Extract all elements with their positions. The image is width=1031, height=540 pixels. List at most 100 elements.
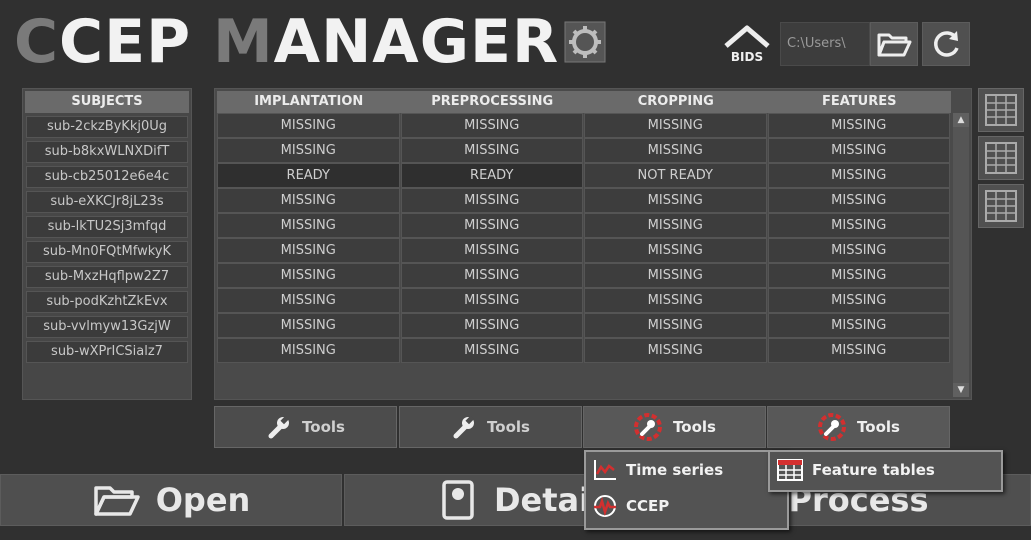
table-cell[interactable]: MISSING (400, 113, 583, 138)
table-cell[interactable]: MISSING (584, 138, 767, 163)
folder-icon (93, 486, 140, 516)
open-button[interactable]: Open (0, 474, 342, 526)
subject-item[interactable]: sub-cb25012e6e4c (26, 166, 188, 188)
table-cell[interactable]: MISSING (767, 163, 950, 188)
table-row[interactable]: MISSING MISSING MISSING MISSING (217, 188, 951, 213)
table-cell[interactable]: MISSING (584, 313, 767, 338)
column-header-cropping[interactable]: CROPPING (584, 91, 768, 113)
table-cell[interactable]: NOT READY (584, 163, 767, 188)
table-cell[interactable]: MISSING (217, 263, 400, 288)
menu-item-label: Time series (626, 461, 724, 479)
table-cell[interactable]: MISSING (584, 338, 767, 363)
table-row[interactable]: MISSING MISSING MISSING MISSING (217, 313, 951, 338)
table-cell[interactable]: MISSING (400, 313, 583, 338)
table-cell[interactable]: MISSING (217, 113, 400, 138)
table-cell[interactable]: MISSING (217, 138, 400, 163)
table-cell[interactable]: MISSING (767, 288, 950, 313)
time-series-chart-icon (594, 460, 616, 480)
table-cell[interactable]: MISSING (217, 213, 400, 238)
status-table: IMPLANTATION PREPROCESSING CROPPING FEAT… (214, 88, 972, 400)
table-row[interactable]: MISSING MISSING MISSING MISSING (217, 113, 951, 138)
table-view-button-1[interactable] (978, 88, 1024, 132)
table-scrollbar[interactable]: ▲ ▼ (953, 113, 969, 397)
subject-item[interactable]: sub-podKzhtZkEvx (26, 291, 188, 313)
subject-item[interactable]: sub-eXKCJr8jL23s (26, 191, 188, 213)
table-view-button-2[interactable] (978, 136, 1024, 180)
table-row[interactable]: MISSING MISSING MISSING MISSING (217, 263, 951, 288)
menu-item-feature-tables[interactable]: Feature tables (770, 452, 1001, 488)
wrench-icon (268, 415, 290, 439)
path-field[interactable]: C:\Users\ (780, 22, 870, 66)
column-header-features[interactable]: FEATURES (768, 91, 952, 113)
table-cell[interactable]: MISSING (584, 188, 767, 213)
scroll-up-arrow-icon[interactable]: ▲ (953, 113, 969, 127)
table-cell[interactable]: MISSING (767, 188, 950, 213)
preprocessing-tools-button[interactable]: Tools (399, 406, 582, 448)
table-view-button-3[interactable] (978, 184, 1024, 228)
table-cell[interactable]: MISSING (767, 213, 950, 238)
table-cell[interactable]: MISSING (400, 288, 583, 313)
subject-item[interactable]: sub-b8kxWLNXDifT (26, 141, 188, 163)
table-cell[interactable]: MISSING (217, 238, 400, 263)
table-cell[interactable]: MISSING (584, 288, 767, 313)
menu-item-label: Feature tables (812, 461, 935, 479)
table-cell[interactable]: MISSING (767, 238, 950, 263)
feature-table-icon (777, 459, 803, 481)
implantation-tools-button[interactable]: Tools (214, 406, 397, 448)
browse-folder-button[interactable] (870, 22, 918, 66)
gear-icon[interactable] (563, 20, 607, 64)
table-cell[interactable]: MISSING (767, 313, 950, 338)
table-cell[interactable]: MISSING (217, 338, 400, 363)
refresh-button[interactable] (922, 22, 970, 66)
table-cell[interactable]: MISSING (584, 263, 767, 288)
table-cell[interactable]: MISSING (217, 188, 400, 213)
table-row[interactable]: MISSING MISSING MISSING MISSING (217, 288, 951, 313)
table-cell[interactable]: MISSING (400, 188, 583, 213)
table-cell[interactable]: MISSING (400, 338, 583, 363)
subjects-list: sub-2ckzByKkj0Ug sub-b8kxWLNXDifT sub-cb25… (23, 116, 191, 363)
table-cell[interactable]: MISSING (584, 113, 767, 138)
table-body: MISSING MISSING MISSING MISSING MISSING MISSI… (215, 113, 971, 363)
table-header: IMPLANTATION PREPROCESSING CROPPING FEAT… (217, 91, 951, 113)
table-row[interactable]: MISSING MISSING MISSING MISSING (217, 338, 951, 363)
table-cell[interactable]: MISSING (400, 213, 583, 238)
cropping-tools-menu: Time series CCEP (584, 450, 789, 530)
table-row[interactable]: READY READY NOT READY MISSING (217, 163, 951, 188)
table-cell[interactable]: MISSING (584, 238, 767, 263)
scroll-down-arrow-icon[interactable]: ▼ (953, 383, 969, 397)
table-row[interactable]: MISSING MISSING MISSING MISSING (217, 138, 951, 163)
table-cell[interactable]: MISSING (767, 338, 950, 363)
bids-label: BIDS (730, 50, 764, 64)
table-cell[interactable]: READY (217, 163, 400, 188)
features-tools-button[interactable]: Tools (767, 406, 950, 448)
menu-item-time-series[interactable]: Time series (586, 452, 787, 488)
details-label: Detai (493, 481, 591, 519)
subject-item[interactable]: sub-lkTU2Sj3mfqd (26, 216, 188, 238)
table-cell[interactable]: MISSING (400, 138, 583, 163)
table-cell[interactable]: MISSING (400, 263, 583, 288)
column-header-preprocessing[interactable]: PREPROCESSING (401, 91, 585, 113)
cropping-tools-button[interactable]: Tools (583, 406, 766, 448)
table-cell[interactable]: MISSING (584, 213, 767, 238)
subject-item[interactable]: sub-wXPrICSialz7 (26, 341, 188, 363)
tools-label: Tools (857, 418, 900, 436)
app-title-text: CCEP MANAGER (14, 7, 560, 77)
subject-item[interactable]: sub-2ckzByKkj0Ug (26, 116, 188, 138)
table-cell[interactable]: MISSING (767, 113, 950, 138)
table-cell[interactable]: READY (400, 163, 583, 188)
table-cell[interactable]: MISSING (767, 263, 950, 288)
table-row[interactable]: MISSING MISSING MISSING MISSING (217, 213, 951, 238)
subject-item[interactable]: sub-MxzHqflpw2Z7 (26, 266, 188, 288)
table-cell[interactable]: MISSING (217, 288, 400, 313)
subject-item[interactable]: sub-vvlmyw13GzjW (26, 316, 188, 338)
refresh-icon (934, 31, 959, 57)
menu-item-ccep[interactable]: CCEP (586, 488, 787, 524)
open-label: Open (155, 481, 251, 519)
bids-button[interactable]: BIDS (720, 22, 774, 68)
subject-item[interactable]: sub-Mn0FQtMfwkyK (26, 241, 188, 263)
table-row[interactable]: MISSING MISSING MISSING MISSING (217, 238, 951, 263)
table-cell[interactable]: MISSING (217, 313, 400, 338)
column-header-implantation[interactable]: IMPLANTATION (217, 91, 401, 113)
table-cell[interactable]: MISSING (767, 138, 950, 163)
table-cell[interactable]: MISSING (400, 238, 583, 263)
